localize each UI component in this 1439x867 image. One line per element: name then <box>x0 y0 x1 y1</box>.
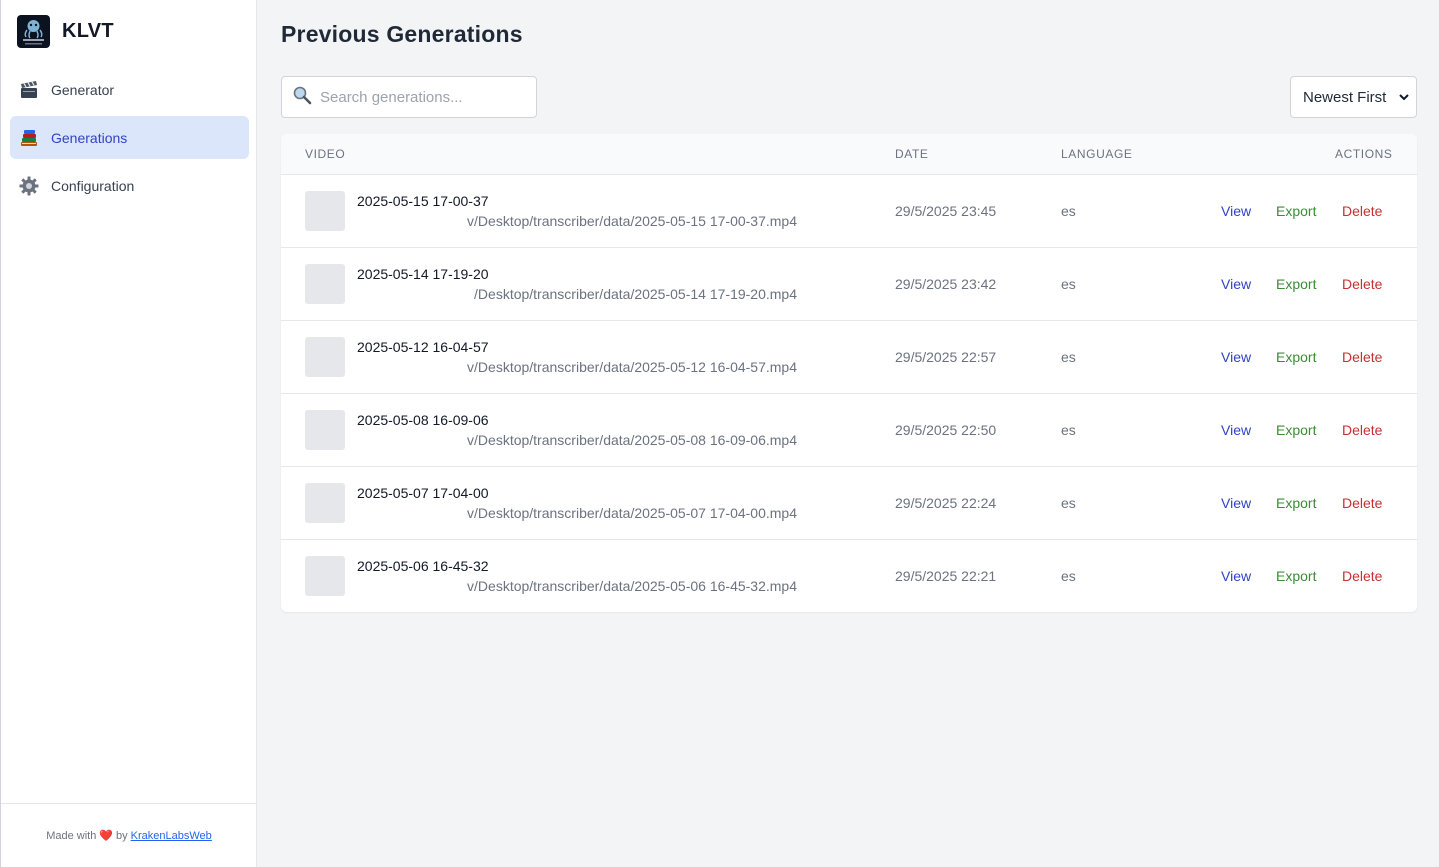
video-title: 2025-05-08 16-09-06 <box>357 412 489 428</box>
view-button[interactable]: View <box>1221 422 1251 438</box>
table-header: VIDEO DATE LANGUAGE ACTIONS <box>281 134 1417 175</box>
column-header-video: VIDEO <box>305 147 346 161</box>
generation-language: es <box>1061 203 1076 219</box>
video-thumbnail <box>305 264 345 304</box>
generation-date: 29/5/2025 22:50 <box>895 422 997 438</box>
generations-table: VIDEO DATE LANGUAGE ACTIONS 2025-05-15 1… <box>281 134 1417 612</box>
video-path: v/Desktop/transcriber/data/2025-05-07 17… <box>467 505 797 521</box>
sidebar-item-configuration[interactable]: Configuration <box>10 164 249 207</box>
video-title: 2025-05-15 17-00-37 <box>357 193 489 209</box>
sidebar-item-label: Configuration <box>51 177 135 194</box>
delete-button[interactable]: Delete <box>1342 422 1382 438</box>
generation-language: es <box>1061 422 1076 438</box>
delete-button[interactable]: Delete <box>1342 203 1382 219</box>
column-header-actions: ACTIONS <box>1335 147 1393 161</box>
video-thumbnail <box>305 556 345 596</box>
delete-button[interactable]: Delete <box>1342 349 1382 365</box>
sidebar-item-generations[interactable]: Generations <box>10 116 249 159</box>
main-content: Previous Generations Newest First VIDEO … <box>257 0 1439 867</box>
video-path: v/Desktop/transcriber/data/2025-05-08 16… <box>467 432 797 448</box>
view-button[interactable]: View <box>1221 203 1251 219</box>
generation-date: 29/5/2025 22:57 <box>895 349 997 365</box>
clapperboard-icon <box>18 79 40 101</box>
sidebar-nav: Generator Generations Configuration <box>10 68 249 212</box>
brand[interactable]: KLVT <box>17 15 114 48</box>
table-row: 2025-05-12 16-04-57 v/Desktop/transcribe… <box>281 321 1417 394</box>
export-button[interactable]: Export <box>1276 276 1316 292</box>
generation-language: es <box>1061 495 1076 511</box>
export-button[interactable]: Export <box>1276 203 1316 219</box>
video-thumbnail <box>305 191 345 231</box>
generation-date: 29/5/2025 23:45 <box>895 203 997 219</box>
app-logo <box>17 15 50 48</box>
video-title: 2025-05-14 17-19-20 <box>357 266 489 282</box>
video-path: v/Desktop/transcriber/data/2025-05-15 17… <box>467 213 797 229</box>
page-title: Previous Generations <box>281 21 523 47</box>
sidebar-item-label: Generations <box>51 129 128 146</box>
sort-select[interactable]: Newest First <box>1290 76 1417 118</box>
column-header-language: LANGUAGE <box>1061 147 1133 161</box>
video-path: /Desktop/transcriber/data/2025-05-14 17-… <box>474 286 797 302</box>
books-icon <box>18 127 40 149</box>
delete-button[interactable]: Delete <box>1342 276 1382 292</box>
gear-icon <box>18 175 40 197</box>
view-button[interactable]: View <box>1221 276 1251 292</box>
video-title: 2025-05-06 16-45-32 <box>357 558 489 574</box>
generation-language: es <box>1061 349 1076 365</box>
video-path: v/Desktop/transcriber/data/2025-05-06 16… <box>467 578 797 594</box>
table-row: 2025-05-06 16-45-32 v/Desktop/transcribe… <box>281 540 1417 612</box>
sort-selected-value: Newest First <box>1303 88 1387 106</box>
video-thumbnail <box>305 337 345 377</box>
table-row: 2025-05-08 16-09-06 v/Desktop/transcribe… <box>281 394 1417 467</box>
view-button[interactable]: View <box>1221 568 1251 584</box>
sidebar: KLVT Generator Generations Configuration… <box>0 0 257 867</box>
video-thumbnail <box>305 483 345 523</box>
heart-icon: ❤️ <box>99 830 114 842</box>
export-button[interactable]: Export <box>1276 422 1316 438</box>
footer-link[interactable]: KrakenLabsWeb <box>131 830 212 842</box>
table-row: 2025-05-07 17-04-00 v/Desktop/transcribe… <box>281 467 1417 540</box>
sidebar-item-label: Generator <box>51 81 115 98</box>
view-button[interactable]: View <box>1221 349 1251 365</box>
footer-by: by <box>116 829 128 842</box>
generation-date: 29/5/2025 22:21 <box>895 568 997 584</box>
table-row: 2025-05-15 17-00-37 v/Desktop/transcribe… <box>281 175 1417 248</box>
search-box[interactable] <box>281 76 537 118</box>
video-title: 2025-05-07 17-04-00 <box>357 485 489 501</box>
table-row: 2025-05-14 17-19-20 /Desktop/transcriber… <box>281 248 1417 321</box>
sidebar-footer: Made with ❤️ by KrakenLabsWeb <box>1 803 257 867</box>
export-button[interactable]: Export <box>1276 349 1316 365</box>
generation-date: 29/5/2025 22:24 <box>895 495 997 511</box>
generation-date: 29/5/2025 23:42 <box>895 276 997 292</box>
generation-language: es <box>1061 276 1076 292</box>
footer-made-with: Made with <box>46 829 97 842</box>
app-name: KLVT <box>62 20 114 42</box>
video-path: v/Desktop/transcriber/data/2025-05-12 16… <box>467 359 797 375</box>
export-button[interactable]: Export <box>1276 568 1316 584</box>
search-input[interactable] <box>320 88 530 106</box>
column-header-date: DATE <box>895 147 929 161</box>
video-title: 2025-05-12 16-04-57 <box>357 339 489 355</box>
export-button[interactable]: Export <box>1276 495 1316 511</box>
delete-button[interactable]: Delete <box>1342 495 1382 511</box>
sidebar-item-generator[interactable]: Generator <box>10 68 249 111</box>
chevron-down-icon <box>1398 90 1410 108</box>
search-icon <box>292 85 312 110</box>
generation-language: es <box>1061 568 1076 584</box>
delete-button[interactable]: Delete <box>1342 568 1382 584</box>
video-thumbnail <box>305 410 345 450</box>
view-button[interactable]: View <box>1221 495 1251 511</box>
